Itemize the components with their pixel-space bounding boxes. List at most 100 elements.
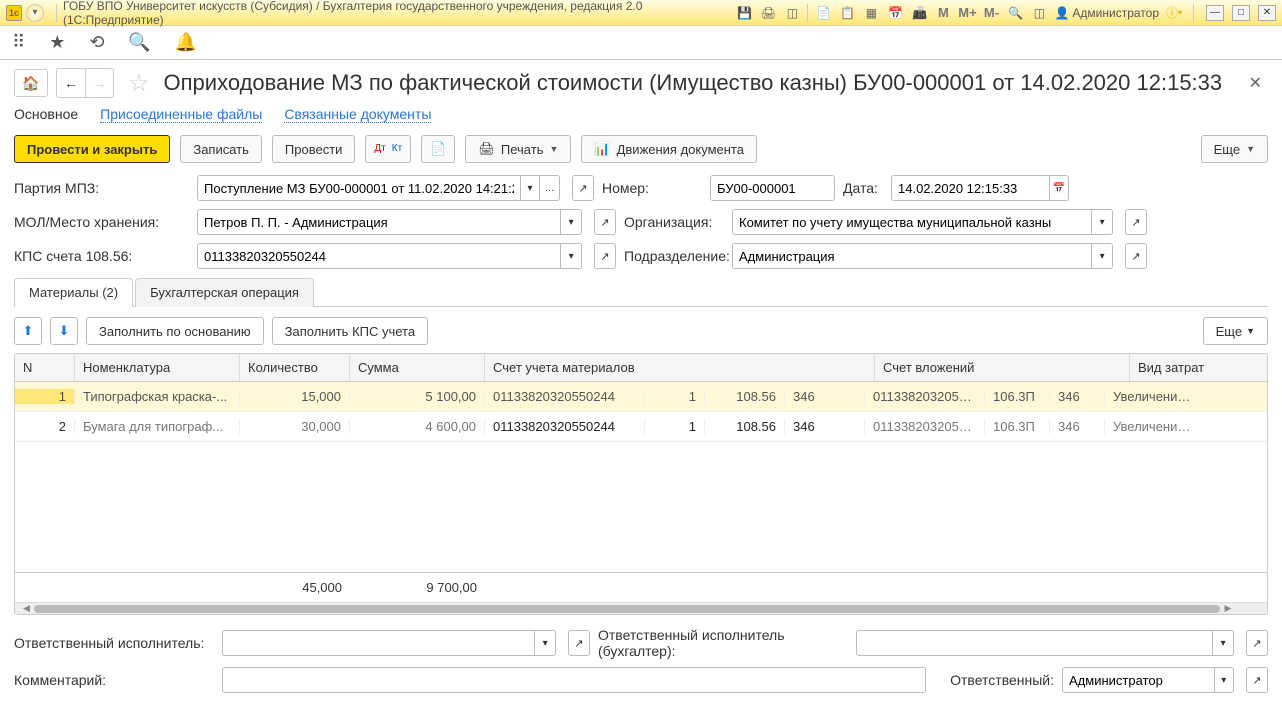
search-icon[interactable]: 🔍 xyxy=(128,32,150,53)
resp-exec-input[interactable] xyxy=(222,630,535,656)
move-down-button[interactable]: ⬇ xyxy=(50,317,78,345)
post-button[interactable]: Провести xyxy=(272,135,356,163)
debit-credit-button[interactable]: ДтКт xyxy=(365,135,411,163)
close-button[interactable]: ✕ xyxy=(1258,5,1276,21)
cell-nom: Бумага для типограф... xyxy=(75,419,240,434)
fill-kps-button[interactable]: Заполнить КПС учета xyxy=(272,317,428,345)
calendar-icon[interactable]: 📅 xyxy=(886,4,904,22)
forward-button[interactable]: → xyxy=(85,69,113,97)
scroll-thumb[interactable] xyxy=(34,605,1221,613)
home-button[interactable]: 🏠 xyxy=(14,69,48,97)
history-icon[interactable]: ⟲ xyxy=(89,32,104,53)
col-cost-type[interactable]: Вид затрат xyxy=(1130,354,1225,381)
list-icon-button[interactable]: 📄 xyxy=(421,135,455,163)
calendar-button[interactable]: 📅 xyxy=(1050,175,1070,201)
dropdown-button[interactable]: ▾ xyxy=(521,175,541,201)
more-button[interactable]: Еще ▼ xyxy=(1201,135,1268,163)
function-bar: ⠿ ★ ⟲ 🔍 🔔 xyxy=(0,26,1282,60)
date-label: Дата: xyxy=(843,180,883,196)
movements-button[interactable]: 📊 Движения документа xyxy=(581,135,757,163)
save-icon[interactable]: 💾 xyxy=(735,4,753,22)
calc-icon[interactable]: 📠 xyxy=(910,4,928,22)
scroll-right-icon[interactable]: ▶ xyxy=(1224,603,1231,614)
favorite-star-icon[interactable]: ☆ xyxy=(128,69,150,98)
number-input[interactable] xyxy=(710,175,835,201)
dropdown-button[interactable]: ▾ xyxy=(561,243,582,269)
dropdown-button[interactable]: ▾ xyxy=(561,209,582,235)
print-button[interactable]: 🖨 Печать ▼ xyxy=(465,135,571,163)
table-area: ⬆ ⬇ Заполнить по основанию Заполнить КПС… xyxy=(0,307,1282,615)
tab-materials[interactable]: Материалы (2) xyxy=(14,278,133,307)
responsible-input[interactable] xyxy=(1062,667,1215,693)
dept-input[interactable] xyxy=(732,243,1092,269)
col-sum[interactable]: Сумма xyxy=(350,354,485,381)
resp-exec-acc-label: Ответственный исполнитель (бухгалтер): xyxy=(598,627,848,659)
info-icon[interactable]: ⓘ▾ xyxy=(1165,4,1183,22)
dropdown-button[interactable]: ▾ xyxy=(1092,209,1113,235)
open-button[interactable]: ↗ xyxy=(1246,630,1268,656)
app-icon: 1c xyxy=(6,5,22,21)
scroll-left-icon[interactable]: ◀ xyxy=(23,603,30,614)
dropdown-button[interactable]: ▾ xyxy=(1213,630,1234,656)
memory-m[interactable]: M xyxy=(934,4,952,22)
more-label: Еще xyxy=(1216,324,1242,339)
party-input[interactable] xyxy=(197,175,521,201)
grid-icon[interactable]: ▦ xyxy=(862,4,880,22)
table-row[interactable]: 1 Типографская краска-... 15,000 5 100,0… xyxy=(15,382,1267,412)
kps-input[interactable] xyxy=(197,243,561,269)
col-account-materials[interactable]: Счет учета материалов xyxy=(485,354,875,381)
clipboard-icon[interactable]: 📋 xyxy=(838,4,856,22)
panels-icon[interactable]: ◫ xyxy=(1030,4,1048,22)
date-input[interactable] xyxy=(891,175,1050,201)
fill-by-base-button[interactable]: Заполнить по основанию xyxy=(86,317,264,345)
open-button[interactable]: ↗ xyxy=(1125,209,1147,235)
memory-m-plus[interactable]: M+ xyxy=(958,4,976,22)
subnav-files[interactable]: Присоединенные файлы xyxy=(100,106,262,123)
mol-input[interactable] xyxy=(197,209,561,235)
zoom-icon[interactable]: 🔍 xyxy=(1006,4,1024,22)
resp-exec-acc-input[interactable] xyxy=(856,630,1213,656)
open-button[interactable]: ↗ xyxy=(1125,243,1147,269)
open-button[interactable]: ↗ xyxy=(572,175,594,201)
dropdown-button[interactable]: ▾ xyxy=(535,630,556,656)
open-button[interactable]: ↗ xyxy=(594,243,616,269)
tab-accounting-op[interactable]: Бухгалтерская операция xyxy=(135,278,314,307)
post-and-close-button[interactable]: Провести и закрыть xyxy=(14,135,170,163)
move-up-button[interactable]: ⬆ xyxy=(14,317,42,345)
close-page-button[interactable]: ✕ xyxy=(1243,73,1268,93)
col-nomenclature[interactable]: Номенклатура xyxy=(75,354,240,381)
horizontal-scrollbar[interactable]: ◀ ▶ xyxy=(15,602,1267,614)
open-button[interactable]: ↗ xyxy=(594,209,616,235)
subnav: Основное Присоединенные файлы Связанные … xyxy=(0,98,1282,135)
apps-icon[interactable]: ⠿ xyxy=(12,32,25,53)
dropdown-button[interactable]: ▾ xyxy=(1092,243,1113,269)
table-more-button[interactable]: Еще ▼ xyxy=(1203,317,1268,345)
movements-icon: 📊 xyxy=(594,141,610,157)
print-icon[interactable]: 🖨 xyxy=(759,4,777,22)
maximize-button[interactable]: □ xyxy=(1232,5,1250,21)
open-button[interactable]: ↗ xyxy=(568,630,590,656)
doc-icon[interactable]: 📄 xyxy=(814,4,832,22)
dropdown-button[interactable]: ▾ xyxy=(1215,667,1234,693)
select-button[interactable]: … xyxy=(540,175,560,201)
minimize-button[interactable]: — xyxy=(1206,5,1224,21)
open-button[interactable]: ↗ xyxy=(1246,667,1268,693)
cell-acc-v3: 346 xyxy=(785,419,865,434)
memory-m-minus[interactable]: M- xyxy=(982,4,1000,22)
col-account-invest[interactable]: Счет вложений xyxy=(875,354,1130,381)
star-icon[interactable]: ★ xyxy=(49,32,65,53)
nav-dropdown-icon[interactable]: ▾ xyxy=(26,4,44,22)
table-row[interactable]: 2 Бумага для типограф... 30,000 4 600,00… xyxy=(15,412,1267,442)
col-quantity[interactable]: Количество xyxy=(240,354,350,381)
subnav-main[interactable]: Основное xyxy=(14,106,78,123)
save-button[interactable]: Записать xyxy=(180,135,262,163)
back-button[interactable]: ← xyxy=(57,69,85,97)
bell-icon[interactable]: 🔔 xyxy=(175,32,197,53)
subnav-related[interactable]: Связанные документы xyxy=(284,106,431,123)
comment-input[interactable] xyxy=(222,667,926,693)
col-n[interactable]: N xyxy=(15,354,75,381)
user-badge[interactable]: 👤 Администратор xyxy=(1054,6,1159,20)
grid-totals: 45,000 9 700,00 xyxy=(15,572,1267,602)
org-input[interactable] xyxy=(732,209,1092,235)
compare-icon[interactable]: ◫ xyxy=(783,4,801,22)
